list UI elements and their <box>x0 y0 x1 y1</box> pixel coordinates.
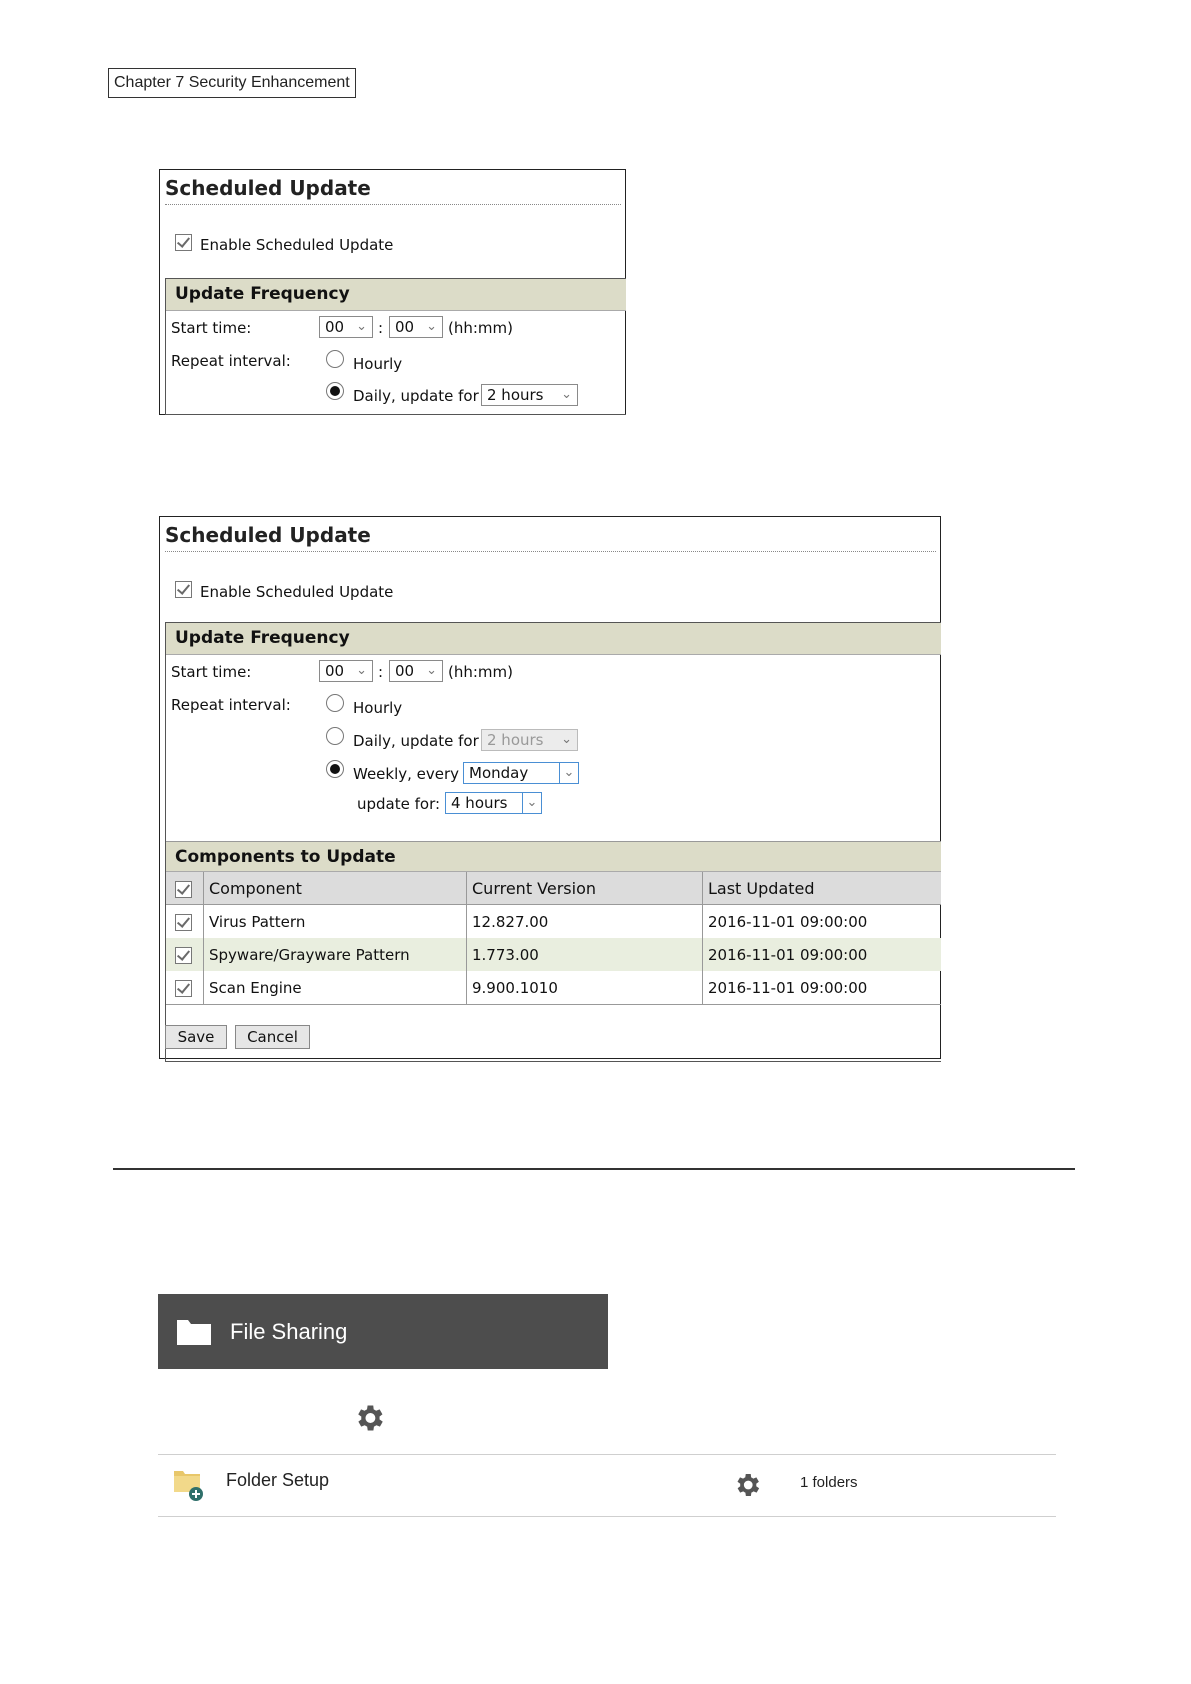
gear-icon[interactable] <box>732 1470 762 1504</box>
weekly-radio[interactable] <box>326 760 344 778</box>
section-divider <box>113 1168 1075 1170</box>
folder-setup-label[interactable]: Folder Setup <box>226 1470 329 1491</box>
weekly-duration-select[interactable]: 4 hours ⌄ <box>445 792 542 814</box>
row-checkbox-cell <box>166 971 204 1005</box>
daily-duration-select[interactable]: 2 hours ⌄ <box>481 384 578 406</box>
daily-duration-value: 2 hours <box>487 386 544 404</box>
row-checkbox-cell <box>166 904 204 938</box>
component-name: Spyware/Grayware Pattern <box>203 938 467 971</box>
row-divider-top <box>158 1454 1056 1455</box>
start-hour-value: 00 <box>325 662 345 680</box>
component-last-updated: 2016-11-01 09:00:00 <box>708 912 868 931</box>
daily-duration-select: 2 hours ⌄ <box>481 729 578 751</box>
component-last-updated: 2016-11-01 09:00:00 <box>702 938 941 971</box>
start-minute-select[interactable]: 00 ⌄ <box>389 660 443 682</box>
component-name: Scan Engine <box>203 971 467 1005</box>
chevron-down-icon: ⌄ <box>356 319 367 334</box>
components-table: Component Current Version Last Updated V… <box>166 872 941 1005</box>
components-to-update-header: Components to Update <box>166 841 941 872</box>
start-minute-value: 00 <box>395 318 415 336</box>
update-for-label: update for: <box>357 795 441 813</box>
select-all-cell <box>166 872 204 905</box>
chevron-down-icon: ⌄ <box>561 387 572 402</box>
daily-duration-value: 2 hours <box>487 731 544 749</box>
gear-icon[interactable] <box>352 1401 386 1439</box>
time-separator: : <box>378 319 384 337</box>
column-header-component[interactable]: Component <box>203 872 467 905</box>
scheduled-update-panel-daily: Scheduled Update Enable Scheduled Update… <box>159 169 626 415</box>
save-button[interactable]: Save <box>165 1025 227 1049</box>
daily-label: Daily, update for <box>353 387 479 405</box>
file-sharing-title: File Sharing <box>230 1319 348 1344</box>
enable-scheduled-update-checkbox[interactable] <box>175 581 192 598</box>
chevron-down-icon: ⌄ <box>356 663 367 678</box>
hourly-radio[interactable] <box>326 694 344 712</box>
enable-scheduled-update-row[interactable]: Enable Scheduled Update <box>175 234 394 254</box>
component-version: 9.900.1010 <box>466 971 703 1005</box>
row-checkbox[interactable] <box>175 913 192 931</box>
update-frequency-section: Update Frequency Start time: 00 ⌄ : 00 ⌄ (… <box>165 278 626 415</box>
time-separator: : <box>378 663 384 681</box>
start-hour-select[interactable]: 00 ⌄ <box>319 316 373 338</box>
chevron-down-icon: ⌄ <box>426 663 437 678</box>
weekly-label: Weekly, every <box>353 765 460 783</box>
cancel-button[interactable]: Cancel <box>235 1025 310 1049</box>
start-hour-select[interactable]: 00 ⌄ <box>319 660 373 682</box>
repeat-interval-label: Repeat interval: <box>171 696 291 714</box>
row-checkbox-cell <box>166 938 204 971</box>
weekly-day-select[interactable]: Monday ⌄ <box>463 762 579 784</box>
row-divider-bottom <box>158 1516 1056 1517</box>
table-header-row: Component Current Version Last Updated <box>166 872 941 905</box>
component-name: Virus Pattern <box>203 904 467 938</box>
daily-radio[interactable] <box>326 382 344 400</box>
daily-label: Daily, update for <box>353 732 479 750</box>
enable-scheduled-update-label: Enable Scheduled Update <box>200 583 394 601</box>
folder-add-icon <box>172 1467 208 1507</box>
hourly-radio[interactable] <box>326 350 344 368</box>
start-minute-select[interactable]: 00 ⌄ <box>389 316 443 338</box>
chevron-down-icon: ⌄ <box>522 793 541 813</box>
chapter-label: Chapter 7 Security Enhancement <box>108 68 356 98</box>
start-time-label: Start time: <box>171 663 252 681</box>
start-minute-value: 00 <box>395 662 415 680</box>
panel-title: Scheduled Update <box>165 172 621 205</box>
row-checkbox[interactable] <box>175 946 192 964</box>
daily-radio[interactable] <box>326 727 344 745</box>
table-row: Scan Engine 9.900.1010 2016-11-01 09:00:… <box>166 971 941 1005</box>
hourly-label: Hourly <box>353 699 403 717</box>
chevron-down-icon: ⌄ <box>559 763 578 783</box>
enable-scheduled-update-row[interactable]: Enable Scheduled Update <box>175 581 394 601</box>
table-row: Virus Pattern 12.827.00 2016-11-01 09:00… <box>166 904 941 938</box>
weekly-duration-value: 4 hours <box>451 794 508 812</box>
update-frequency-section: Update Frequency Start time: 00 ⌄ : 00 ⌄ (… <box>165 622 941 1062</box>
scheduled-update-panel-weekly: Scheduled Update Enable Scheduled Update… <box>159 516 941 1062</box>
chevron-down-icon: ⌄ <box>561 732 572 747</box>
weekly-day-value: Monday <box>469 764 529 782</box>
enable-scheduled-update-checkbox[interactable] <box>175 234 192 251</box>
file-sharing-bar[interactable]: File Sharing <box>158 1294 608 1369</box>
table-row: Spyware/Grayware Pattern 1.773.00 2016-1… <box>166 938 941 971</box>
panel-title: Scheduled Update <box>165 519 936 552</box>
row-checkbox[interactable] <box>175 979 192 997</box>
update-frequency-header: Update Frequency <box>166 623 941 655</box>
start-time-label: Start time: <box>171 319 252 337</box>
folder-icon <box>176 1316 212 1350</box>
folders-count: 1 folders <box>800 1474 858 1491</box>
component-version: 12.827.00 <box>466 904 703 938</box>
chevron-down-icon: ⌄ <box>426 319 437 334</box>
time-format-hint: (hh:mm) <box>448 319 513 337</box>
time-format-hint: (hh:mm) <box>448 663 513 681</box>
column-header-current-version[interactable]: Current Version <box>466 872 703 905</box>
repeat-interval-label: Repeat interval: <box>171 352 291 370</box>
component-version: 1.773.00 <box>466 938 703 971</box>
component-last-updated: 2016-11-01 09:00:00 <box>702 971 941 1005</box>
column-header-last-updated[interactable]: Last Updated <box>702 872 941 905</box>
update-frequency-header: Update Frequency <box>166 279 626 311</box>
enable-scheduled-update-label: Enable Scheduled Update <box>200 236 394 254</box>
start-hour-value: 00 <box>325 318 345 336</box>
hourly-label: Hourly <box>353 355 403 373</box>
select-all-checkbox[interactable] <box>175 880 192 898</box>
